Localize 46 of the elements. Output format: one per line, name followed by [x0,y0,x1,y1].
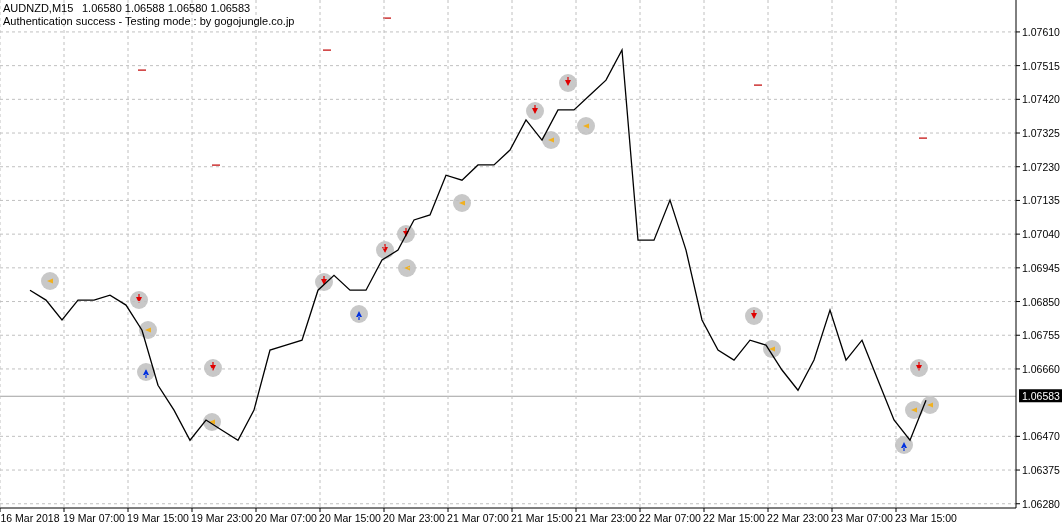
ohlc-values: 1.06580 1.06588 1.06580 1.06583 [82,2,251,14]
dash-marker-icon [754,84,762,86]
down-arrow-marker-icon [526,102,544,120]
price-label: 1.06470 [1022,430,1060,443]
dash-marker-icon [383,17,391,19]
price-label: 1.07515 [1022,59,1060,72]
down-arrow-marker-icon [745,307,763,325]
price-label: 1.07420 [1022,93,1060,106]
price-label: 1.07230 [1022,160,1060,173]
price-label: 1.06850 [1022,295,1060,308]
time-label: 21 Mar 23:00 [575,512,637,524]
price-label: 1.06375 [1022,464,1060,477]
time-label: 19 Mar 15:00 [127,512,189,524]
left-arrow-marker-icon [203,413,221,431]
price-label: 1.07325 [1022,127,1060,140]
current-price-tag: 1.06583 [1019,389,1062,403]
time-label: 16 Mar 2018 [0,512,60,524]
time-label: 22 Mar 07:00 [639,512,701,524]
dash-marker-icon [323,49,331,51]
price-label: 1.06660 [1022,362,1060,375]
status-message: Authentication success - Testing mode : by gogojungle.co.jp [3,15,295,27]
time-label: 20 Mar 15:00 [319,512,381,524]
dash-marker-icon [919,137,927,139]
price-label: 1.07135 [1022,194,1060,207]
time-label: 23 Mar 15:00 [895,512,957,524]
time-label: 22 Mar 23:00 [767,512,829,524]
dash-marker-icon [138,69,146,71]
time-label: 20 Mar 07:00 [255,512,317,524]
symbol-label: AUDNZD,M15 [3,2,74,14]
time-label: 19 Mar 07:00 [63,512,125,524]
time-label: 19 Mar 23:00 [191,512,253,524]
left-arrow-marker-icon [905,401,923,419]
left-arrow-marker-icon [921,396,939,414]
time-label: 20 Mar 23:00 [383,512,445,524]
price-label: 1.07040 [1022,228,1060,241]
time-label: 22 Mar 15:00 [703,512,765,524]
dash-marker-icon [212,164,220,166]
price-label: 1.07610 [1022,25,1060,38]
price-label: 1.06280 [1022,497,1060,510]
time-label: 21 Mar 07:00 [447,512,509,524]
time-label: 21 Mar 15:00 [511,512,573,524]
left-arrow-marker-icon [41,272,59,290]
time-label: 23 Mar 07:00 [831,512,893,524]
up-arrow-marker-icon [350,305,368,323]
price-label: 1.06945 [1022,261,1060,274]
price-label: 1.06755 [1022,329,1060,342]
